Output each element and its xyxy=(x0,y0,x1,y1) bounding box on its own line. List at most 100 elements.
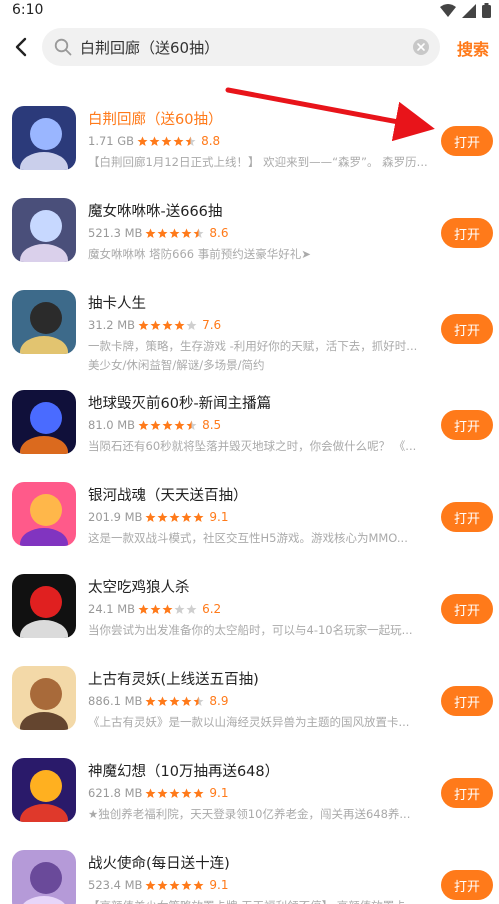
app-name[interactable]: 抽卡人生 xyxy=(88,292,146,313)
star-icon xyxy=(162,420,173,430)
search-icon xyxy=(54,38,72,56)
star-icon xyxy=(193,512,204,522)
app-list-item[interactable]: 战火使命(每日送十连) 523.4 MB 9.1 【高颜值美少女策略放置卡牌 无天福利… xyxy=(0,836,499,904)
app-size: 24.1 MB xyxy=(88,602,136,616)
star-icon xyxy=(181,512,192,522)
star-icon xyxy=(150,320,161,330)
app-icon[interactable] xyxy=(12,198,76,262)
status-icons xyxy=(440,3,491,18)
app-name[interactable]: 银河战魂（天天送百抽） xyxy=(88,484,248,505)
app-list-item[interactable]: 神魔幻想（10万抽再送648） 621.8 MB 9.1 ★独创养老福利院，天天登录领… xyxy=(0,744,499,836)
app-list-item[interactable]: 太空吃鸡狼人杀 24.1 MB 6.2 当你尝试为出发准备你的太空船时，可以与4-10… xyxy=(0,560,499,652)
rating-stars xyxy=(145,228,205,239)
app-size: 523.4 MB xyxy=(88,878,143,892)
app-name[interactable]: 战火使命(每日送十连) xyxy=(88,852,230,873)
star-icon xyxy=(157,696,168,706)
star-icon xyxy=(157,880,168,890)
app-size: 1.71 GB xyxy=(88,134,135,148)
star-icon xyxy=(193,696,204,706)
star-icon xyxy=(193,228,204,238)
app-name[interactable]: 白荆回廊（送60抽） xyxy=(88,108,222,129)
app-rating: 7.6 xyxy=(202,318,222,332)
app-description: 【白荆回廊1月12日正式上线！】 欢迎来到——“森罗”。 森罗历... xyxy=(88,155,428,169)
star-icon xyxy=(145,880,156,890)
app-meta: 886.1 MB 8.9 xyxy=(88,694,228,708)
open-button[interactable]: 打开 xyxy=(441,870,493,900)
signal-icon xyxy=(462,3,476,18)
open-button[interactable]: 打开 xyxy=(441,410,493,440)
open-button[interactable]: 打开 xyxy=(441,778,493,808)
star-icon xyxy=(193,880,204,890)
app-name[interactable]: 魔女咻咻咻-送666抽 xyxy=(88,200,222,221)
app-name[interactable]: 上古有灵妖(上线送五百抽) xyxy=(88,668,259,689)
star-icon xyxy=(145,512,156,522)
app-icon[interactable] xyxy=(12,482,76,546)
open-button[interactable]: 打开 xyxy=(441,594,493,624)
app-meta: 24.1 MB 6.2 xyxy=(88,602,221,616)
app-icon[interactable] xyxy=(12,574,76,638)
app-description: 魔女咻咻咻 塔防666 事前预约送豪华好礼➤ xyxy=(88,247,311,261)
app-icon[interactable] xyxy=(12,106,76,170)
app-name[interactable]: 太空吃鸡狼人杀 xyxy=(88,576,190,597)
app-icon[interactable] xyxy=(12,758,76,822)
open-button[interactable]: 打开 xyxy=(441,314,493,344)
star-icon xyxy=(174,604,185,614)
app-name[interactable]: 地球毁灭前60秒-新闻主播篇 xyxy=(88,392,271,413)
app-icon[interactable] xyxy=(12,290,76,354)
app-list-item[interactable]: 白荆回廊（送60抽） 1.71 GB 8.8 【白荆回廊1月12日正式上线！】 欢迎来… xyxy=(0,92,499,184)
app-list-item[interactable]: 魔女咻咻咻-送666抽 521.3 MB 8.6 魔女咻咻咻 塔防666 事前预约送豪… xyxy=(0,184,499,276)
app-name[interactable]: 神魔幻想（10万抽再送648） xyxy=(88,760,279,781)
app-rating: 8.9 xyxy=(209,694,229,708)
search-button[interactable]: 搜索 xyxy=(457,36,489,60)
app-icon[interactable] xyxy=(12,850,76,904)
star-icon xyxy=(174,320,185,330)
star-icon xyxy=(173,136,184,146)
app-meta: 523.4 MB 9.1 xyxy=(88,878,228,892)
app-rating: 8.5 xyxy=(202,418,222,432)
app-size: 81.0 MB xyxy=(88,418,136,432)
star-icon xyxy=(157,788,168,798)
star-icon xyxy=(157,512,168,522)
app-size: 621.8 MB xyxy=(88,786,143,800)
app-list-item[interactable]: 抽卡人生 31.2 MB 7.6 一款卡牌，策略，生存游戏 -利用好你的天赋，活下去，… xyxy=(0,276,499,376)
app-description: 这是一款双战斗模式，社区交互性H5游戏。游戏核心为MMO... xyxy=(88,531,408,545)
search-input[interactable]: 白荆回廊（送60抽） xyxy=(42,28,440,66)
app-description: 一款卡牌，策略，生存游戏 -利用好你的天赋，活下去，抓好时... xyxy=(88,339,418,353)
app-list-item[interactable]: 地球毁灭前60秒-新闻主播篇 81.0 MB 8.5 当陨石还有60秒就将坠落并毁灭地… xyxy=(0,376,499,468)
back-button[interactable] xyxy=(8,34,34,60)
app-size: 201.9 MB xyxy=(88,510,143,524)
rating-stars xyxy=(145,880,205,891)
star-icon xyxy=(181,880,192,890)
app-rating: 8.6 xyxy=(209,226,229,240)
star-icon xyxy=(157,228,168,238)
app-tags: 美少女/休闲益智/解谜/多场景/简约 xyxy=(88,358,265,372)
app-description: ★独创养老福利院，天天登录领10亿养老金，闯关再送648养... xyxy=(88,807,411,821)
battery-icon xyxy=(482,3,491,18)
clear-icon[interactable] xyxy=(412,38,430,56)
app-icon[interactable] xyxy=(12,390,76,454)
star-icon xyxy=(169,788,180,798)
app-description: 【高颜值美少女策略放置卡牌 无天福利领不停】 高颜值放置卡... xyxy=(88,898,428,904)
wifi-icon xyxy=(440,3,456,17)
app-description: 《上古有灵妖》是一款以山海经灵妖异兽为主题的国风放置卡... xyxy=(88,715,410,729)
search-header: 白荆回廊（送60抽） 搜索 xyxy=(0,26,499,70)
star-icon xyxy=(186,420,197,430)
open-button[interactable]: 打开 xyxy=(441,126,493,156)
open-button[interactable]: 打开 xyxy=(441,502,493,532)
rating-stars xyxy=(138,320,198,331)
app-list-item[interactable]: 银河战魂（天天送百抽） 201.9 MB 9.1 这是一款双战斗模式，社区交互性H5游… xyxy=(0,468,499,560)
star-icon xyxy=(138,320,149,330)
app-meta: 621.8 MB 9.1 xyxy=(88,786,228,800)
app-description: 当陨石还有60秒就将坠落并毁灭地球之时，你会做什么呢？ 《... xyxy=(88,439,417,453)
rating-stars xyxy=(137,136,197,147)
app-icon[interactable] xyxy=(12,666,76,730)
open-button[interactable]: 打开 xyxy=(441,686,493,716)
rating-stars xyxy=(145,512,205,523)
app-list-item[interactable]: 上古有灵妖(上线送五百抽) 886.1 MB 8.9 《上古有灵妖》是一款以山海经灵妖… xyxy=(0,652,499,744)
app-meta: 81.0 MB 8.5 xyxy=(88,418,221,432)
open-button[interactable]: 打开 xyxy=(441,218,493,248)
rating-stars xyxy=(138,420,198,431)
app-list: 白荆回廊（送60抽） 1.71 GB 8.8 【白荆回廊1月12日正式上线！】 欢迎来… xyxy=(0,92,499,904)
status-bar: 6:10 xyxy=(0,0,499,22)
back-arrow-icon xyxy=(15,37,27,57)
